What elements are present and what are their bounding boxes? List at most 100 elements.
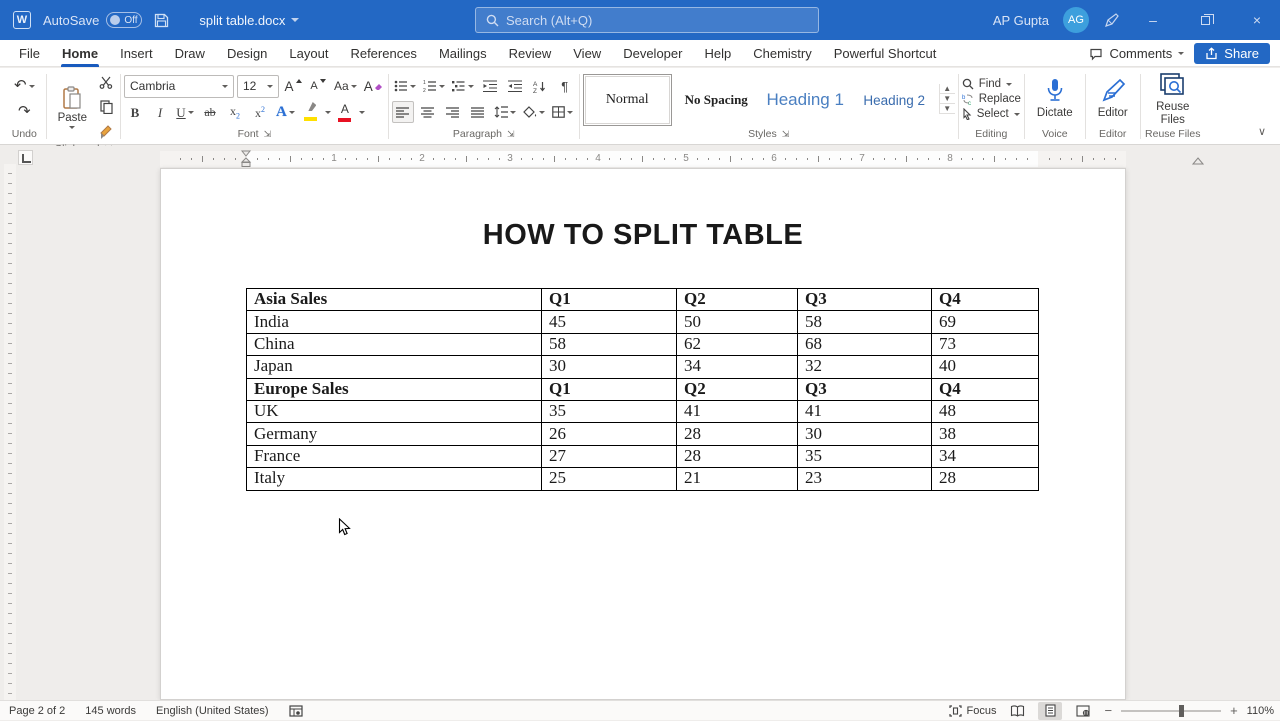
underline-button[interactable]: U (174, 102, 196, 124)
right-indent-marker[interactable] (1192, 157, 1204, 167)
table-cell[interactable]: Q1 (542, 289, 677, 311)
table-cell[interactable]: Japan (247, 356, 542, 378)
table-cell[interactable]: 23 (798, 468, 932, 490)
numbering-button[interactable]: 12 (421, 75, 447, 97)
table-cell[interactable]: 35 (542, 400, 677, 422)
select-button[interactable]: Select (962, 108, 1021, 120)
editor-button[interactable]: Editor (1089, 78, 1137, 120)
restore-button[interactable] (1186, 0, 1224, 40)
zoom-out-button[interactable]: − (1104, 703, 1112, 718)
document-title-menu[interactable]: split table.docx (199, 13, 299, 28)
justify-button[interactable] (467, 101, 489, 123)
close-button[interactable]: × (1238, 0, 1276, 40)
comments-button[interactable]: Comments (1089, 46, 1184, 61)
copy-button[interactable] (95, 96, 117, 118)
shrink-font-button[interactable]: A (307, 75, 329, 97)
replace-button[interactable]: bc Replace (962, 93, 1021, 105)
zoom-level[interactable]: 110% (1247, 705, 1274, 717)
tab-mailings[interactable]: Mailings (428, 40, 498, 67)
styles-dialog-launcher[interactable]: ⇲ (782, 129, 790, 140)
dictate-button[interactable]: Dictate (1028, 78, 1082, 120)
sort-button[interactable]: AZ (529, 75, 551, 97)
table-cell[interactable]: Q3 (798, 378, 932, 400)
autosave-toggle[interactable]: Off (106, 12, 142, 28)
read-mode-button[interactable] (1005, 702, 1029, 720)
print-layout-button[interactable] (1038, 702, 1062, 720)
web-layout-button[interactable] (1071, 702, 1095, 720)
style-h1[interactable]: Heading 1 (761, 74, 850, 126)
tab-file[interactable]: File (8, 40, 51, 67)
collapse-ribbon-chevron-icon[interactable]: ∨ (1258, 125, 1266, 138)
line-spacing-button[interactable] (492, 101, 518, 123)
tab-layout[interactable]: Layout (278, 40, 339, 67)
table-cell[interactable]: 58 (542, 333, 677, 355)
tab-design[interactable]: Design (216, 40, 278, 67)
bullets-button[interactable] (392, 75, 418, 97)
shading-button[interactable] (521, 101, 547, 123)
search-input[interactable]: Search (Alt+Q) (475, 7, 819, 33)
clear-formatting-button[interactable]: A (362, 75, 385, 97)
italic-button[interactable]: I (149, 102, 171, 124)
table-cell[interactable]: Q3 (798, 289, 932, 311)
table-cell[interactable]: UK (247, 400, 542, 422)
tab-chemistry[interactable]: Chemistry (742, 40, 823, 67)
table-cell[interactable]: 38 (932, 423, 1039, 445)
table-cell[interactable]: 27 (542, 445, 677, 467)
table-cell[interactable]: 58 (798, 311, 932, 333)
table-cell[interactable]: Q1 (542, 378, 677, 400)
left-indent-markers[interactable] (240, 150, 252, 168)
table-cell[interactable]: Q4 (932, 289, 1039, 311)
align-left-button[interactable] (392, 101, 414, 123)
zoom-in-button[interactable]: + (1230, 703, 1238, 718)
table-cell[interactable]: Q2 (677, 289, 798, 311)
font-color-button[interactable]: A (334, 102, 356, 124)
tab-review[interactable]: Review (498, 40, 563, 67)
multilevel-list-button[interactable] (450, 75, 476, 97)
table-cell[interactable]: 41 (798, 400, 932, 422)
table-cell[interactable]: 35 (798, 445, 932, 467)
table-cell[interactable]: 28 (677, 423, 798, 445)
table-cell[interactable]: 50 (677, 311, 798, 333)
focus-button[interactable]: Focus (949, 705, 997, 717)
tab-developer[interactable]: Developer (612, 40, 693, 67)
align-right-button[interactable] (442, 101, 464, 123)
table-cell[interactable]: 73 (932, 333, 1039, 355)
table-cell[interactable]: 32 (798, 356, 932, 378)
bold-button[interactable]: B (124, 102, 146, 124)
tab-references[interactable]: References (339, 40, 427, 67)
table-cell[interactable]: Asia Sales (247, 289, 542, 311)
table-cell[interactable]: 48 (932, 400, 1039, 422)
tab-insert[interactable]: Insert (109, 40, 164, 67)
tab-powerful-shortcut[interactable]: Powerful Shortcut (823, 40, 948, 67)
page-indicator[interactable]: Page 2 of 2 (9, 705, 65, 717)
tab-home[interactable]: Home (51, 40, 109, 67)
word-count[interactable]: 145 words (85, 705, 136, 717)
document-heading[interactable]: HOW TO SPLIT TABLE (161, 219, 1125, 252)
zoom-slider[interactable] (1121, 710, 1221, 712)
table-cell[interactable]: France (247, 445, 542, 467)
style-normal[interactable]: Normal (583, 74, 672, 126)
grow-font-button[interactable]: A (282, 75, 304, 97)
table-cell[interactable]: 62 (677, 333, 798, 355)
cut-button[interactable] (95, 71, 117, 93)
zoom-slider-thumb[interactable] (1179, 705, 1184, 717)
styles-scroll-up-button[interactable]: ▲ (940, 84, 955, 94)
tab-draw[interactable]: Draw (164, 40, 216, 67)
table-cell[interactable]: 25 (542, 468, 677, 490)
table-cell[interactable]: 30 (542, 356, 677, 378)
table-cell[interactable]: 28 (677, 445, 798, 467)
styles-scroll-down-button[interactable]: ▼ (940, 94, 955, 104)
table-cell[interactable]: 34 (932, 445, 1039, 467)
vertical-ruler[interactable] (4, 164, 16, 700)
style-h2[interactable]: Heading 2 (850, 74, 939, 126)
strikethrough-button[interactable]: ab (199, 102, 221, 124)
table-cell[interactable]: 26 (542, 423, 677, 445)
style-nospacing[interactable]: No Spacing (672, 74, 761, 126)
horizontal-ruler[interactable]: 12345678 (160, 151, 1126, 167)
macro-record-icon[interactable] (289, 705, 303, 717)
word-app-icon[interactable]: W (13, 11, 31, 29)
table-cell[interactable]: 40 (932, 356, 1039, 378)
table-cell[interactable]: 21 (677, 468, 798, 490)
find-button[interactable]: Find (962, 78, 1021, 90)
table-cell[interactable]: 68 (798, 333, 932, 355)
